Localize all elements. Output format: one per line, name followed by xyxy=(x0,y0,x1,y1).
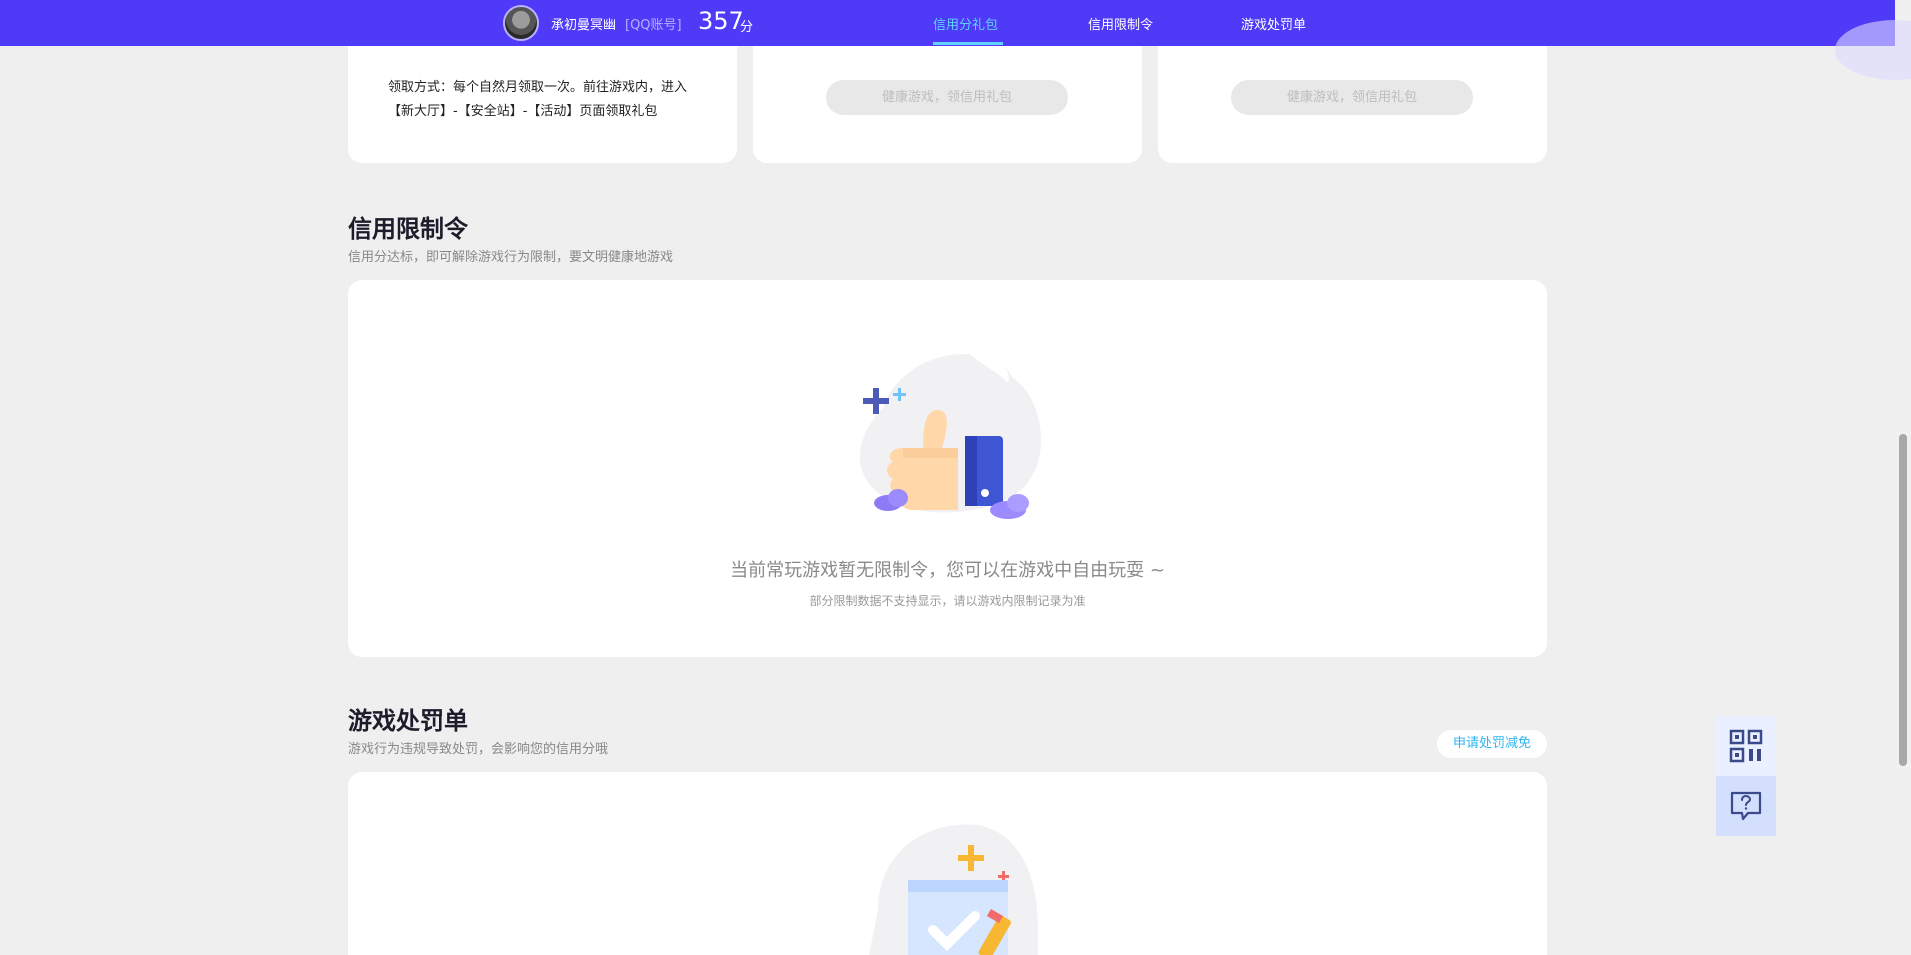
penalty-card xyxy=(348,772,1547,955)
thumbs-up-illustration-icon xyxy=(859,348,1042,519)
nav-tab-game-penalty[interactable]: 游戏处罚单 xyxy=(1241,14,1306,33)
credit-score: 357 xyxy=(698,7,744,35)
empty-state-note: 部分限制数据不支持显示，请以游戏内限制记录为准 xyxy=(809,594,1086,608)
corner-decoration xyxy=(1835,20,1911,80)
avatar[interactable] xyxy=(503,5,539,41)
account-type-label: [QQ账号] xyxy=(625,18,682,33)
nav-tab-credit-restriction[interactable]: 信用限制令 xyxy=(1088,14,1153,33)
user-nickname: 承初曼冥幽 xyxy=(551,18,617,33)
qr-code-button[interactable] xyxy=(1716,716,1776,776)
claim-method-text: 领取方式：每个自然月领取一次。前往游戏内，进入【新大厅】-【安全站】-【活动】页… xyxy=(388,80,688,119)
empty-state-message: 当前常玩游戏暂无限制令，您可以在游戏中自由玩耍 ~ xyxy=(730,560,1165,581)
restriction-section-subtitle: 信用分达标，即可解除游戏行为限制，要文明健康地游戏 xyxy=(348,250,674,265)
claim-gift-button-disabled: 健康游戏，领信用礼包 xyxy=(826,80,1068,115)
restriction-section-title: 信用限制令 xyxy=(348,215,468,243)
claim-gift-button-disabled: 健康游戏，领信用礼包 xyxy=(1231,80,1473,115)
help-chat-icon xyxy=(1730,791,1762,821)
scrollbar-thumb[interactable] xyxy=(1899,434,1907,766)
nav-tab-credit-gift[interactable]: 信用分礼包 xyxy=(933,14,998,33)
credit-score-unit: 分 xyxy=(740,20,754,35)
top-navigation-bar: 承初曼冥幽 [QQ账号] 357 分 信用分礼包 信用限制令 游戏处罚单 xyxy=(0,0,1911,80)
folder-check-illustration-icon xyxy=(869,824,1038,955)
active-tab-indicator xyxy=(933,42,1003,45)
restriction-card: 当前常玩游戏暂无限制令，您可以在游戏中自由玩耍 ~ 部分限制数据不支持显示，请以… xyxy=(348,280,1547,657)
qr-code-icon xyxy=(1729,729,1763,763)
penalty-section-title: 游戏处罚单 xyxy=(348,707,468,735)
apply-penalty-reduction-button[interactable]: 申请处罚减免 xyxy=(1437,730,1547,758)
penalty-section-subtitle: 游戏行为违规导致处罚，会影响您的信用分哦 xyxy=(348,742,609,757)
help-button[interactable] xyxy=(1716,776,1776,836)
